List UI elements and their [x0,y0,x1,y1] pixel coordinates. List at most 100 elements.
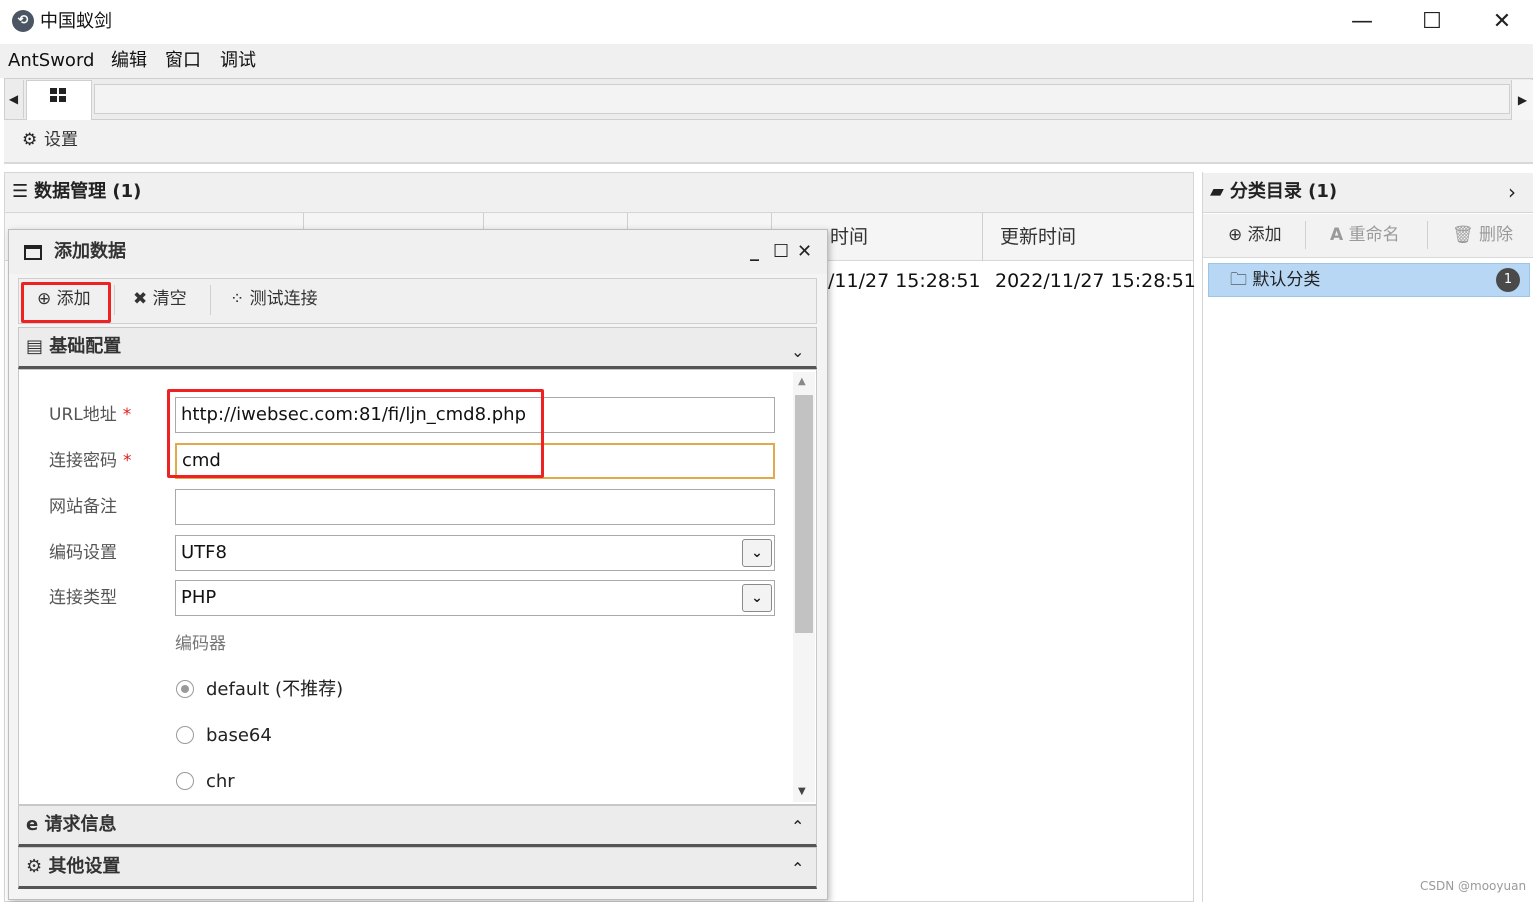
window-icon [24,245,42,260]
encoding-label: 编码设置 [49,543,117,563]
category-panel-title: 分类目录 (1) [1229,181,1338,202]
menu-window[interactable]: 窗口 [165,48,201,74]
data-panel-header [5,173,1193,213]
column-separator[interactable] [982,213,983,261]
category-item-label: 默认分类 [1252,270,1321,290]
dialog-close-icon[interactable]: ✕ [797,240,812,264]
maximize-button[interactable]: ☐ [1397,6,1467,38]
dialog-clear-label: 清空 [152,289,187,309]
plus-circle-icon: ⊕ [1228,225,1243,245]
type-select[interactable]: PHP [175,580,775,616]
section-other-title: 其他设置 [48,856,121,877]
toolbar-separator [1427,221,1428,249]
chevron-up-icon[interactable]: ⌃ [791,815,804,839]
url-label: URL地址 [49,405,117,425]
type-label: 连接类型 [49,588,117,608]
close-button[interactable]: ✕ [1467,6,1533,38]
menu-antsword[interactable]: AntSword [8,48,94,74]
window-title: 中国蚁剑 [40,11,112,32]
radio-chr[interactable] [176,772,194,790]
note-label: 网站备注 [49,497,117,517]
section-request-title-wrap: e 请求信息 [26,813,117,837]
chevron-up-icon[interactable]: ⌃ [791,857,804,881]
dialog-maximize-icon[interactable]: ☐ [773,240,789,264]
tab-scroll-right-icon[interactable]: ▶ [1511,80,1533,120]
cell-updated-time[interactable]: 2022/11/27 15:28:51 [995,268,1196,294]
toolbar-separator [210,285,211,315]
category-delete-label: 删除 [1479,225,1513,245]
category-item-label-wrap: 🗀 默认分类 [1230,269,1320,291]
radio-default[interactable] [176,680,194,698]
gears-icon: ⚙ [26,856,43,877]
watermark: CSDN @mooyuan [1420,879,1527,893]
font-icon: A [1330,225,1344,245]
dialog-title: 添加数据 [54,241,126,262]
menu-edit[interactable]: 编辑 [111,48,147,74]
count-badge: 1 [1496,268,1520,292]
radio-default-label[interactable]: default (不推荐) [206,678,343,702]
folder-icon: ▰ [1210,181,1224,202]
section-other-title-wrap: ⚙ 其他设置 [26,855,120,879]
dialog-test-connection-button[interactable]: ⁘ 测试连接 [230,288,318,310]
category-add-button[interactable]: ⊕ 添加 [1228,224,1282,246]
category-delete-button[interactable]: 🗑 删除 [1452,224,1513,246]
chevron-down-icon[interactable]: ⌄ [742,539,772,567]
radio-selected-dot [181,685,189,693]
dialog-minimize-icon[interactable]: _ [750,240,759,264]
radio-base64-label[interactable]: base64 [206,724,272,748]
column-header-updated[interactable]: 更新时间 [1000,224,1076,250]
cell-created-time[interactable]: /11/27 15:28:51 [828,268,981,294]
radio-base64[interactable] [176,726,194,744]
chevron-right-icon[interactable]: › [1508,180,1516,204]
section-other-settings[interactable] [18,847,817,889]
trash-icon: 🗑 [1452,225,1474,245]
required-mark: * [123,451,132,471]
dialog-test-label: 测试连接 [249,289,318,309]
settings-button[interactable]: 设置 [44,129,78,151]
tab-strip-track [94,84,1510,114]
data-panel-title: 数据管理 (1) [34,181,142,202]
settings-toolbar [4,120,1533,164]
document-icon: ▤ [26,336,44,357]
chevron-down-icon[interactable]: ⌄ [742,584,772,612]
scrollbar-thumb[interactable] [795,395,813,633]
url-label-wrap: URL地址 * [49,403,131,427]
highlight-box-credentials [167,389,544,478]
section-basic-title-wrap: ▤ 基础配置 [26,335,121,359]
gear-icon[interactable]: ⚙ [22,130,37,150]
app-logo-icon: ⟲ [12,10,34,32]
category-add-label: 添加 [1247,225,1282,245]
section-request-info[interactable] [18,805,817,847]
chevron-down-icon[interactable]: ⌄ [791,340,804,364]
scroll-down-icon[interactable]: ▼ [798,786,806,798]
list-icon: ☰ [12,181,29,202]
menu-debug[interactable]: 调试 [220,48,256,74]
category-rename-label: 重命名 [1348,225,1400,245]
dialog-header[interactable] [9,230,827,274]
encoding-select[interactable]: UTF8 [175,535,775,571]
toolbar-separator [114,285,115,315]
dialog-clear-button[interactable]: ✖ 清空 [133,288,187,310]
category-rename-button[interactable]: A 重命名 [1330,224,1400,246]
password-label-wrap: 连接密码 * [49,449,132,473]
toolbar-separator [1305,221,1306,249]
tab-scroll-left-icon[interactable]: ◀ [4,80,24,118]
highlight-box-add [21,282,111,323]
scroll-up-icon[interactable]: ▲ [798,376,806,388]
column-header-created[interactable]: 时间 [830,224,868,250]
minimize-button[interactable]: — [1327,6,1397,38]
radio-chr-label[interactable]: chr [206,770,235,794]
section-basic-config[interactable] [18,327,817,369]
spinner-icon: ⁘ [230,289,245,309]
note-input[interactable] [175,489,775,525]
section-basic-title: 基础配置 [49,336,122,357]
title-bar [0,0,1533,44]
section-request-title: 请求信息 [44,814,117,835]
folder-open-icon: 🗀 [1230,270,1247,290]
ie-icon: e [26,814,39,835]
grid-icon [50,88,68,104]
category-title-wrap: ▰ 分类目录 (1) [1210,180,1337,204]
data-panel-title-wrap: ☰ 数据管理 (1) [12,180,141,204]
password-label: 连接密码 [49,451,117,471]
encoder-label: 编码器 [175,634,226,654]
